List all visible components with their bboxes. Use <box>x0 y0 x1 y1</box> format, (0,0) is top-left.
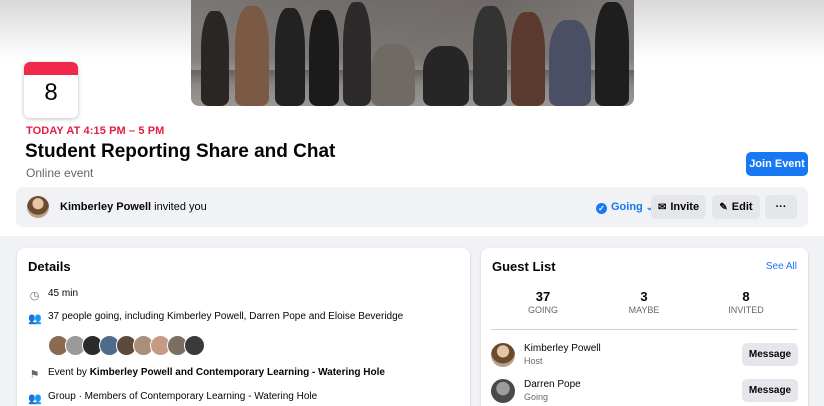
join-event-button[interactable]: Join Event <box>746 152 808 176</box>
going-count-stat[interactable]: 37 GOING <box>493 289 593 316</box>
invited-count-stat[interactable]: 8 INVITED <box>696 289 796 316</box>
group-text[interactable]: Group · Members of Contemporary Learning… <box>48 391 317 402</box>
event-by-prefix: Event by <box>48 367 90 378</box>
group-icon: 👥 <box>28 393 42 405</box>
event-date-day: 8 <box>44 79 58 106</box>
maybe-count-stat[interactable]: 3 MAYBE <box>594 289 694 316</box>
edit-button-label: Edit <box>731 201 753 213</box>
pencil-icon: ✎ <box>719 202 728 213</box>
going-dropdown[interactable]: ✓ Going ⌄ <box>596 196 653 218</box>
guest-status: Going <box>524 392 549 402</box>
maybe-count: 3 <box>640 289 648 304</box>
details-card: Details ◷ 45 min 👥 37 people going, includ… <box>17 248 470 406</box>
inviter-name[interactable]: Kimberley Powell <box>60 201 151 213</box>
invitation-bar: Kimberley Powell invited you ✓ Going ⌄ ✉ In… <box>16 187 808 227</box>
avatar[interactable] <box>27 196 49 218</box>
duration-row: ◷ 45 min <box>28 286 78 302</box>
envelope-icon: ✉ <box>657 202 667 213</box>
event-hosts[interactable]: Kimberley Powell and Contemporary Learni… <box>90 367 385 378</box>
event-time: TODAY AT 4:15 PM – 5 PM <box>26 125 165 137</box>
guest-list-heading: Guest List <box>492 259 556 274</box>
edit-button[interactable]: ✎ Edit <box>712 195 760 219</box>
event-cover-photo[interactable] <box>191 0 634 106</box>
check-circle-icon: ✓ <box>596 203 607 214</box>
details-heading: Details <box>28 259 71 274</box>
calendar-band <box>24 62 78 75</box>
list-item: Kimberley Powell Host Message <box>491 341 798 369</box>
list-item: Darren Pope Going Message <box>491 377 798 405</box>
group-row: 👥 Group · Members of Contemporary Learnin… <box>28 389 317 405</box>
avatar[interactable] <box>491 343 515 367</box>
avatar[interactable] <box>184 335 205 356</box>
invitation-text: Kimberley Powell invited you <box>60 201 207 213</box>
going-count-label: GOING <box>527 305 558 315</box>
invite-button-label: Invite <box>670 201 700 213</box>
event-type: Online event <box>26 166 94 180</box>
guest-status: Host <box>524 356 543 366</box>
divider <box>491 329 798 330</box>
invited-count: 8 <box>742 289 750 304</box>
event-by-row: ⚑ Event by Kimberley Powell and Contempor… <box>28 365 385 381</box>
clock-icon: ◷ <box>29 290 40 302</box>
people-going-text[interactable]: 37 people going, including Kimberley Pow… <box>48 311 403 322</box>
message-button[interactable]: Message <box>742 379 798 402</box>
going-count: 37 <box>535 289 551 304</box>
going-label: Going <box>611 201 643 213</box>
invited-count-label: INVITED <box>728 305 764 315</box>
see-all-link[interactable]: See All <box>766 261 797 272</box>
event-header: 8 TODAY AT 4:15 PM – 5 PM Student Report… <box>0 0 824 236</box>
more-options-button[interactable]: ··· <box>765 195 797 219</box>
avatar[interactable] <box>491 379 515 403</box>
maybe-count-label: MAYBE <box>628 305 660 315</box>
invite-button[interactable]: ✉ Invite <box>651 195 706 219</box>
invited-you-text: invited you <box>151 201 207 213</box>
event-date-badge: 8 <box>24 62 78 118</box>
people-going-row: 👥 37 people going, including Kimberley Po… <box>28 309 403 325</box>
guest-list-card: Guest List See All 37 GOING 3 MAYBE 8 IN… <box>481 248 808 406</box>
guest-name[interactable]: Kimberley Powell <box>524 343 601 354</box>
duration-text: 45 min <box>48 288 79 299</box>
event-title: Student Reporting Share and Chat <box>25 141 336 162</box>
people-icon: 👥 <box>28 313 42 325</box>
message-button[interactable]: Message <box>742 343 798 366</box>
flag-icon: ⚑ <box>29 369 40 381</box>
guest-name[interactable]: Darren Pope <box>524 379 581 390</box>
